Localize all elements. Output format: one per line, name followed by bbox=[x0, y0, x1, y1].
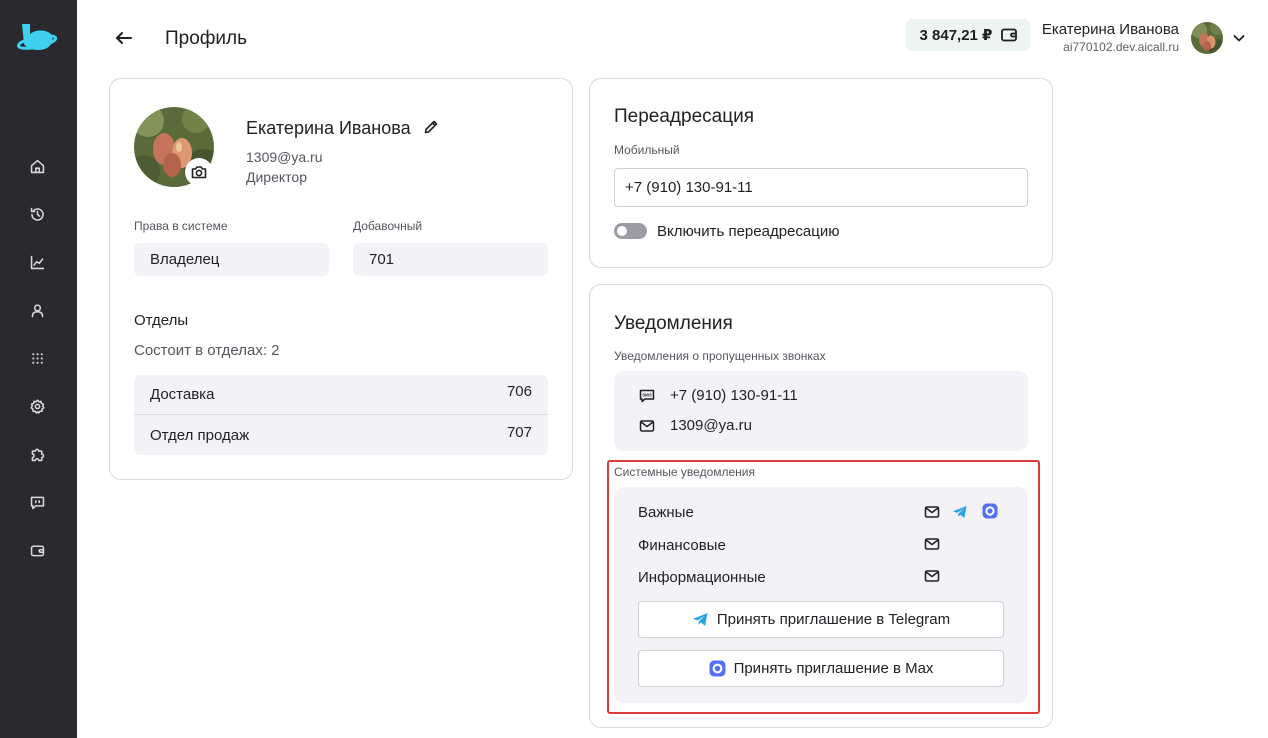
rights-label: Права в системе bbox=[134, 219, 228, 233]
list-item: Отдел продаж 707 bbox=[134, 415, 548, 455]
change-photo-button[interactable] bbox=[185, 158, 213, 186]
rights-value: Владелец bbox=[134, 243, 329, 276]
department-extension: 706 bbox=[506, 383, 532, 400]
profile-card: Екатерина Иванова 1309@ya.ru Директор Пр… bbox=[109, 78, 573, 480]
balance-badge[interactable]: 3 847,21 ₽ bbox=[906, 19, 1030, 51]
header-user-domain: ai770102.dev.aicall.ru bbox=[1063, 40, 1179, 54]
dialpad-icon[interactable] bbox=[27, 348, 47, 368]
back-button[interactable] bbox=[112, 26, 136, 50]
mobile-label: Мобильный bbox=[614, 143, 680, 157]
department-name: Доставка bbox=[150, 386, 215, 403]
list-item: Доставка 706 bbox=[134, 375, 548, 415]
profile-name: Екатерина Иванова bbox=[246, 118, 411, 138]
svg-text:SMS: SMS bbox=[642, 393, 652, 398]
profile-email: 1309@ya.ru bbox=[246, 149, 323, 165]
home-icon[interactable] bbox=[27, 156, 47, 176]
departments-title: Отделы bbox=[134, 312, 189, 329]
mobile-field[interactable] bbox=[614, 168, 1028, 207]
analytics-icon[interactable] bbox=[27, 252, 47, 272]
balance-value: 3 847,21 ₽ bbox=[919, 27, 993, 44]
wallet-icon[interactable] bbox=[27, 540, 47, 560]
forwarding-card: Переадресация Мобильный Включить переадр… bbox=[589, 78, 1053, 268]
logo-icon[interactable] bbox=[16, 20, 58, 56]
arrow-left-icon bbox=[116, 32, 132, 44]
forwarding-toggle[interactable] bbox=[614, 223, 647, 239]
edit-name-button[interactable] bbox=[423, 119, 441, 137]
missed-calls-label: Уведомления о пропущенных звонках bbox=[614, 349, 826, 363]
forwarding-title: Переадресация bbox=[614, 106, 754, 127]
email-icon bbox=[638, 417, 656, 435]
chat-icon[interactable] bbox=[27, 492, 47, 512]
toggle-knob bbox=[617, 226, 627, 236]
department-extension: 707 bbox=[506, 423, 532, 441]
puzzle-icon[interactable] bbox=[27, 444, 47, 464]
history-icon[interactable] bbox=[27, 204, 47, 224]
avatar[interactable] bbox=[1191, 22, 1223, 54]
missed-calls-box: SMS +7 (910) 130-91-11 1309@ya.ru bbox=[614, 371, 1028, 451]
page-title: Профиль bbox=[165, 28, 248, 49]
missed-calls-email: 1309@ya.ru bbox=[670, 417, 752, 434]
user-icon[interactable] bbox=[27, 300, 47, 320]
departments-list: Доставка 706 Отдел продаж 707 bbox=[134, 375, 548, 455]
extension-label: Добавочный bbox=[353, 219, 423, 233]
department-name: Отдел продаж bbox=[150, 426, 250, 444]
camera-icon bbox=[191, 166, 207, 179]
sidebar bbox=[0, 0, 77, 738]
gear-icon[interactable] bbox=[27, 396, 47, 416]
profile-role: Директор bbox=[246, 169, 307, 185]
notifications-title: Уведомления bbox=[614, 313, 733, 334]
extension-value: 701 bbox=[353, 243, 548, 276]
forwarding-toggle-label: Включить переадресацию bbox=[657, 223, 840, 240]
departments-count: Состоит в отделах: 2 bbox=[134, 342, 280, 359]
sms-icon: SMS bbox=[638, 387, 656, 405]
header-user-name: Екатерина Иванова bbox=[1041, 21, 1179, 38]
user-menu-toggle[interactable] bbox=[1231, 30, 1247, 46]
missed-calls-phone: +7 (910) 130-91-11 bbox=[670, 387, 798, 404]
pencil-icon bbox=[424, 120, 438, 134]
wallet-icon bbox=[1000, 28, 1017, 42]
chevron-down-icon bbox=[1233, 35, 1245, 42]
highlight-frame bbox=[607, 460, 1040, 714]
